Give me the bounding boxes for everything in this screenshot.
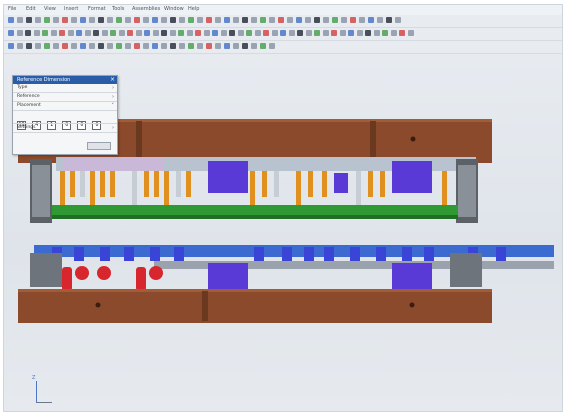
punch-group [60, 171, 447, 207]
dialog-row-type-label: Type [17, 85, 28, 90]
spring-group [62, 266, 163, 291]
stripper-plate [52, 205, 458, 215]
punch [154, 171, 159, 197]
punch [164, 171, 169, 207]
lower-die-block [282, 247, 292, 261]
dialog-row-reference[interactable]: Reference › [13, 93, 117, 102]
punch [80, 171, 85, 197]
lower-die-shoe [18, 289, 492, 323]
punch [132, 171, 137, 207]
upper-shoe-bolt [410, 136, 416, 142]
lower-guide-bushing-right [450, 253, 482, 287]
chevron-right-icon: › [112, 85, 114, 91]
dialog-close-button[interactable]: × [110, 76, 115, 84]
punch [368, 171, 373, 197]
upper-insert-1 [208, 161, 248, 193]
lower-die-block [402, 247, 412, 261]
lower-shoe-slot [202, 291, 208, 321]
die-assembly-viewport[interactable] [4, 5, 562, 411]
dimension-digit-fields: 10 4 1 0 0 0 [13, 111, 117, 130]
punch [110, 171, 115, 197]
spring-2 [75, 266, 89, 280]
punch [356, 171, 361, 207]
dialog-row-reference-label: Reference [17, 94, 40, 99]
lower-insert-1 [208, 263, 248, 289]
reference-dimension-dialog: Reference Dimension × Type › Reference ›… [12, 75, 118, 155]
punch [380, 171, 385, 197]
lower-die-block [496, 247, 506, 261]
upper-plate-inset [64, 157, 164, 171]
lower-shoe-bolt-right [409, 302, 415, 308]
lower-die-block [324, 247, 334, 261]
lower-die-shoe-edge [18, 289, 492, 292]
upper-shoe-slot-right [370, 121, 376, 161]
upper-insert-2 [392, 161, 432, 193]
punch [176, 171, 181, 197]
chevron-down-icon: ˅ [111, 103, 115, 109]
lower-die-block [74, 247, 84, 261]
punch [322, 171, 327, 197]
cad-window: File Edit View Insert Format Tools Assem… [3, 4, 563, 412]
punch [442, 171, 447, 207]
z-axis-line [36, 381, 37, 403]
punch [60, 171, 65, 207]
punch [296, 171, 301, 207]
spring-4 [136, 267, 146, 291]
dialog-title: Reference Dimension [13, 76, 117, 84]
punch [144, 171, 149, 197]
chevron-right-icon: › [112, 125, 114, 131]
lower-die-block [100, 247, 110, 261]
dialog-row-placement[interactable]: Placement ˅ [13, 102, 117, 111]
punch [274, 171, 279, 197]
dialog-ok-button[interactable] [87, 142, 111, 150]
spring-1 [62, 267, 72, 291]
lower-shoe-bolt-left [95, 302, 101, 308]
lower-die-block [254, 247, 264, 261]
punch [70, 171, 75, 197]
punch [100, 171, 105, 197]
punch [262, 171, 267, 197]
guide-post-left-body [32, 165, 50, 217]
lower-die-block [304, 247, 314, 261]
lower-die-block [424, 247, 434, 261]
guide-post-right-body [458, 165, 476, 217]
punch [186, 171, 191, 197]
x-axis-line [36, 402, 52, 403]
stripper-plate-shadow [52, 215, 458, 219]
dialog-row-settings[interactable]: Settings › [13, 123, 117, 133]
upper-shoe-slot-left [136, 121, 142, 161]
lower-guide-bushing-left [30, 253, 62, 287]
dialog-row-settings-label: Settings [17, 125, 36, 130]
punch [250, 171, 255, 207]
upper-insert-3 [334, 173, 348, 193]
spring-3 [97, 266, 111, 280]
spring-5 [149, 266, 163, 280]
chevron-right-icon: › [112, 94, 114, 100]
dialog-row-placement-label: Placement [17, 103, 41, 108]
punch [90, 171, 95, 207]
lower-die-block [174, 247, 184, 261]
lower-insert-2 [392, 263, 432, 289]
lower-die-block [376, 247, 386, 261]
punch [308, 171, 313, 197]
z-axis-label: Z [32, 375, 36, 381]
lower-die-block [124, 247, 134, 261]
dialog-row-type[interactable]: Type › [13, 84, 117, 93]
lower-die-block [150, 247, 160, 261]
lower-die-block [350, 247, 360, 261]
